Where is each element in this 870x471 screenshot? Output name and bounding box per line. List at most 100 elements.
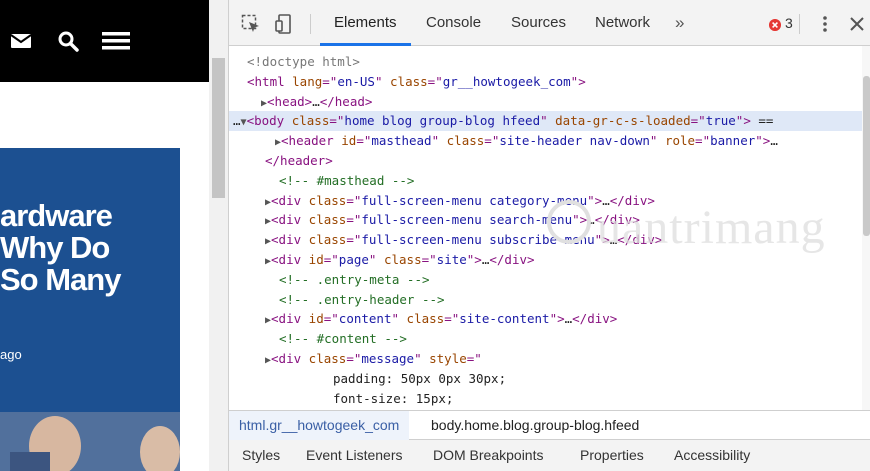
code-token: id — [308, 311, 324, 327]
code-token: <head> — [267, 93, 313, 109]
code-token: padding: 50px 0px 30px; — [333, 370, 507, 386]
website-scrollbar[interactable] — [209, 0, 228, 471]
code-token: "> — [755, 133, 771, 149]
customize-menu-icon[interactable] — [819, 15, 831, 33]
dom-node[interactable]: ▶<div class="message" style=" — [229, 349, 862, 369]
code-token: class — [390, 73, 428, 89]
code-token: message — [361, 351, 415, 366]
toolbar-separator — [310, 14, 311, 34]
article-title-line: ardware — [0, 198, 113, 233]
code-token: full-screen-menu search-menu — [361, 212, 573, 228]
tab-sources[interactable]: Sources — [497, 0, 580, 46]
code-token: site-header nav-down — [499, 133, 650, 149]
devtools-panel: Elements Console Sources Network » 3 <!d… — [228, 0, 870, 471]
selected-node-marker: … — [233, 113, 241, 129]
code-token: " — [374, 73, 391, 89]
toolbar-separator — [799, 14, 800, 34]
error-icon[interactable] — [769, 19, 781, 31]
code-token: class — [308, 212, 347, 228]
tab-network[interactable]: Network — [581, 0, 664, 46]
device-toolbar-icon[interactable] — [275, 14, 293, 34]
dom-node[interactable]: font-size: 15px; — [229, 389, 862, 409]
dom-node[interactable]: padding: 50px 0px 30px; — [229, 369, 862, 389]
code-token: id — [341, 133, 357, 149]
code-token: =" — [346, 212, 362, 228]
dom-node[interactable]: <!-- #content --> — [229, 329, 862, 349]
watermark-logo — [547, 200, 591, 244]
tab-event-listeners[interactable]: Event Listeners — [306, 440, 403, 471]
breadcrumb-html[interactable]: html.gr__howtogeek_com — [229, 411, 410, 440]
code-token: " — [431, 133, 447, 149]
sidebar-tabs: Styles Event Listeners DOM Breakpoints P… — [229, 440, 870, 471]
code-token: id — [308, 252, 324, 267]
code-token: </div> — [572, 311, 618, 327]
code-token: </div> — [489, 252, 535, 267]
code-token: <div — [271, 232, 309, 248]
code-token: home blog group-blog hfeed — [344, 113, 541, 129]
code-token: "> — [466, 252, 482, 267]
code-token: <div — [271, 351, 309, 366]
error-count[interactable]: 3 — [785, 15, 793, 31]
code-token: <!-- .entry-header --> — [279, 291, 445, 307]
code-token: " — [391, 311, 407, 327]
code-token: <!doctype html> — [247, 54, 360, 69]
code-token: <!-- .entry-meta --> — [279, 271, 430, 287]
breadcrumb-body[interactable]: body.home.blog.group-blog.hfeed — [421, 411, 649, 440]
code-token: banner — [710, 133, 756, 149]
code-token: <!-- #content --> — [279, 331, 407, 347]
dom-node[interactable]: <!-- #masthead --> — [229, 171, 862, 191]
dom-node-selected[interactable]: …▼<body class="home blog group-blog hfee… — [229, 111, 862, 132]
code-token: =" — [329, 113, 345, 129]
code-token: =" — [346, 192, 362, 208]
dom-node[interactable]: <!-- .entry-header --> — [229, 290, 862, 310]
person-photo — [0, 412, 180, 471]
code-token: =" — [346, 351, 362, 366]
tab-dom-breakpoints[interactable]: DOM Breakpoints — [433, 440, 543, 471]
code-token: font-size: 15px; — [333, 390, 454, 406]
code-token: <div — [271, 212, 309, 228]
dom-node[interactable]: ▶<header id="masthead" class="site-heade… — [229, 131, 862, 151]
code-token: "> — [570, 73, 586, 89]
hamburger-menu-icon[interactable] — [102, 30, 130, 52]
code-token: gr__howtogeek_com — [442, 73, 571, 89]
dom-node[interactable]: <!-- .entry-meta --> — [229, 270, 862, 290]
code-token: =" — [466, 351, 482, 366]
code-token: </header> — [265, 153, 333, 168]
code-token: page — [338, 252, 369, 267]
inspect-element-icon[interactable] — [241, 14, 261, 34]
tab-styles[interactable]: Styles — [242, 440, 280, 471]
tab-properties[interactable]: Properties — [580, 440, 644, 471]
tab-console[interactable]: Console — [412, 0, 495, 46]
article-title[interactable]: ardware Why Do So Many — [0, 200, 180, 296]
search-icon[interactable] — [57, 30, 79, 52]
code-token: … — [770, 133, 778, 149]
dom-node[interactable]: </header> — [229, 151, 862, 171]
code-token: … — [312, 93, 320, 109]
code-token: =" — [484, 133, 500, 149]
code-token: masthead — [371, 133, 432, 149]
website-scrollbar-thumb[interactable] — [212, 58, 225, 198]
code-token: == — [750, 113, 774, 129]
article-photo — [0, 412, 180, 471]
code-token: =" — [322, 73, 338, 89]
more-tabs-chevron-icon[interactable]: » — [675, 14, 693, 31]
code-token: =" — [444, 311, 460, 327]
tab-accessibility[interactable]: Accessibility — [674, 440, 750, 471]
code-token: " — [540, 113, 556, 129]
code-token: "> — [549, 311, 565, 327]
mail-icon[interactable] — [10, 30, 32, 52]
dom-node[interactable]: ▶<div id="content" class="site-content">… — [229, 309, 862, 329]
code-token: =" — [356, 133, 372, 149]
dom-node[interactable]: <html lang="en-US" class="gr__howtogeek_… — [229, 72, 862, 92]
close-icon[interactable] — [849, 16, 865, 32]
code-token: class — [446, 133, 485, 149]
code-token: <body — [246, 113, 292, 129]
dom-node[interactable]: ▶<head>…</head> — [229, 92, 862, 112]
elements-scrollbar-thumb[interactable] — [863, 76, 870, 236]
elements-scrollbar[interactable] — [862, 46, 870, 410]
code-token: class — [383, 252, 422, 267]
tab-elements[interactable]: Elements — [320, 0, 411, 46]
dom-node[interactable]: <!doctype html> — [229, 52, 862, 72]
article-title-line: Why Do — [0, 230, 110, 265]
code-token: role — [664, 133, 696, 149]
